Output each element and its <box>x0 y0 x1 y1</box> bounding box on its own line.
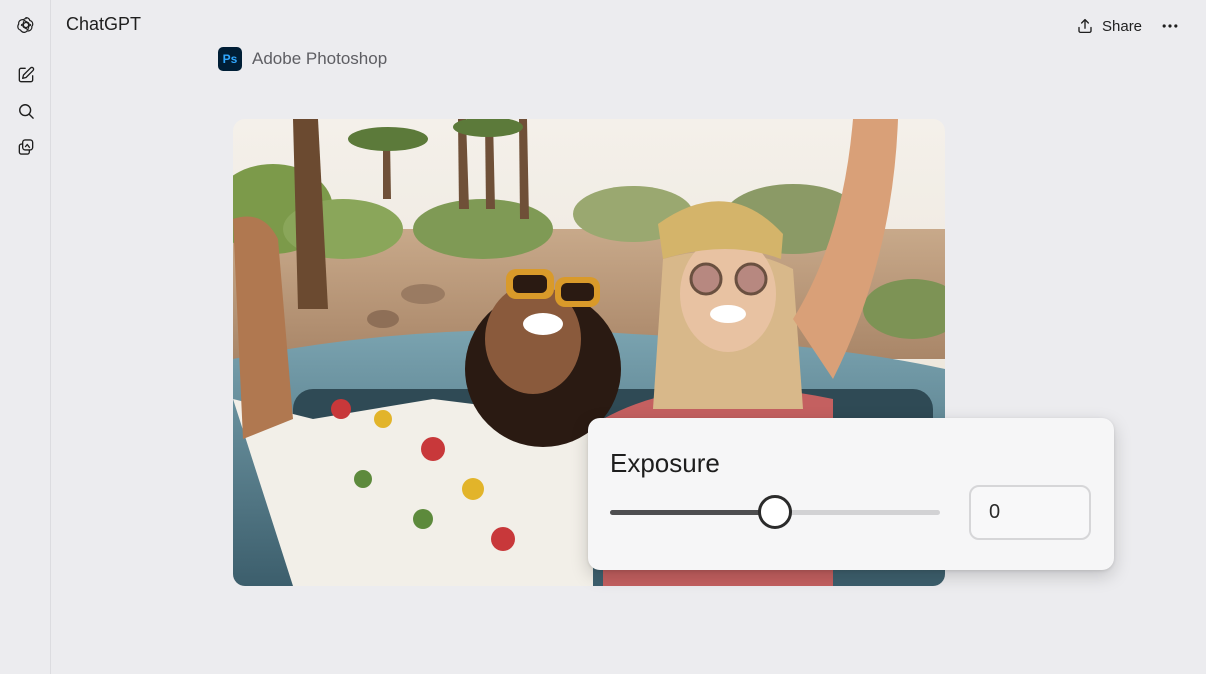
share-label: Share <box>1102 17 1143 35</box>
share-icon <box>1078 18 1092 34</box>
photoshop-logo-icon: Ps <box>218 47 242 71</box>
openai-logo-icon[interactable] <box>15 14 37 36</box>
app-tag: Ps Adobe Photoshop <box>218 47 387 71</box>
new-chat-icon[interactable] <box>15 64 37 86</box>
exposure-value-input[interactable]: 0 <box>969 485 1091 540</box>
app-tag-name: Adobe Photoshop <box>252 49 388 68</box>
exposure-slider-fill <box>610 510 775 515</box>
sidebar <box>0 0 51 674</box>
library-icon[interactable] <box>15 136 37 158</box>
exposure-label: Exposure <box>610 448 720 478</box>
app-title[interactable]: ChatGPT <box>66 14 141 35</box>
share-button[interactable]: Share <box>1076 14 1142 38</box>
exposure-slider[interactable] <box>610 495 940 529</box>
more-options-icon[interactable] <box>1158 14 1182 38</box>
exposure-panel: Exposure 0 <box>588 418 1114 570</box>
exposure-slider-thumb[interactable] <box>758 495 792 529</box>
search-icon[interactable] <box>15 100 37 122</box>
